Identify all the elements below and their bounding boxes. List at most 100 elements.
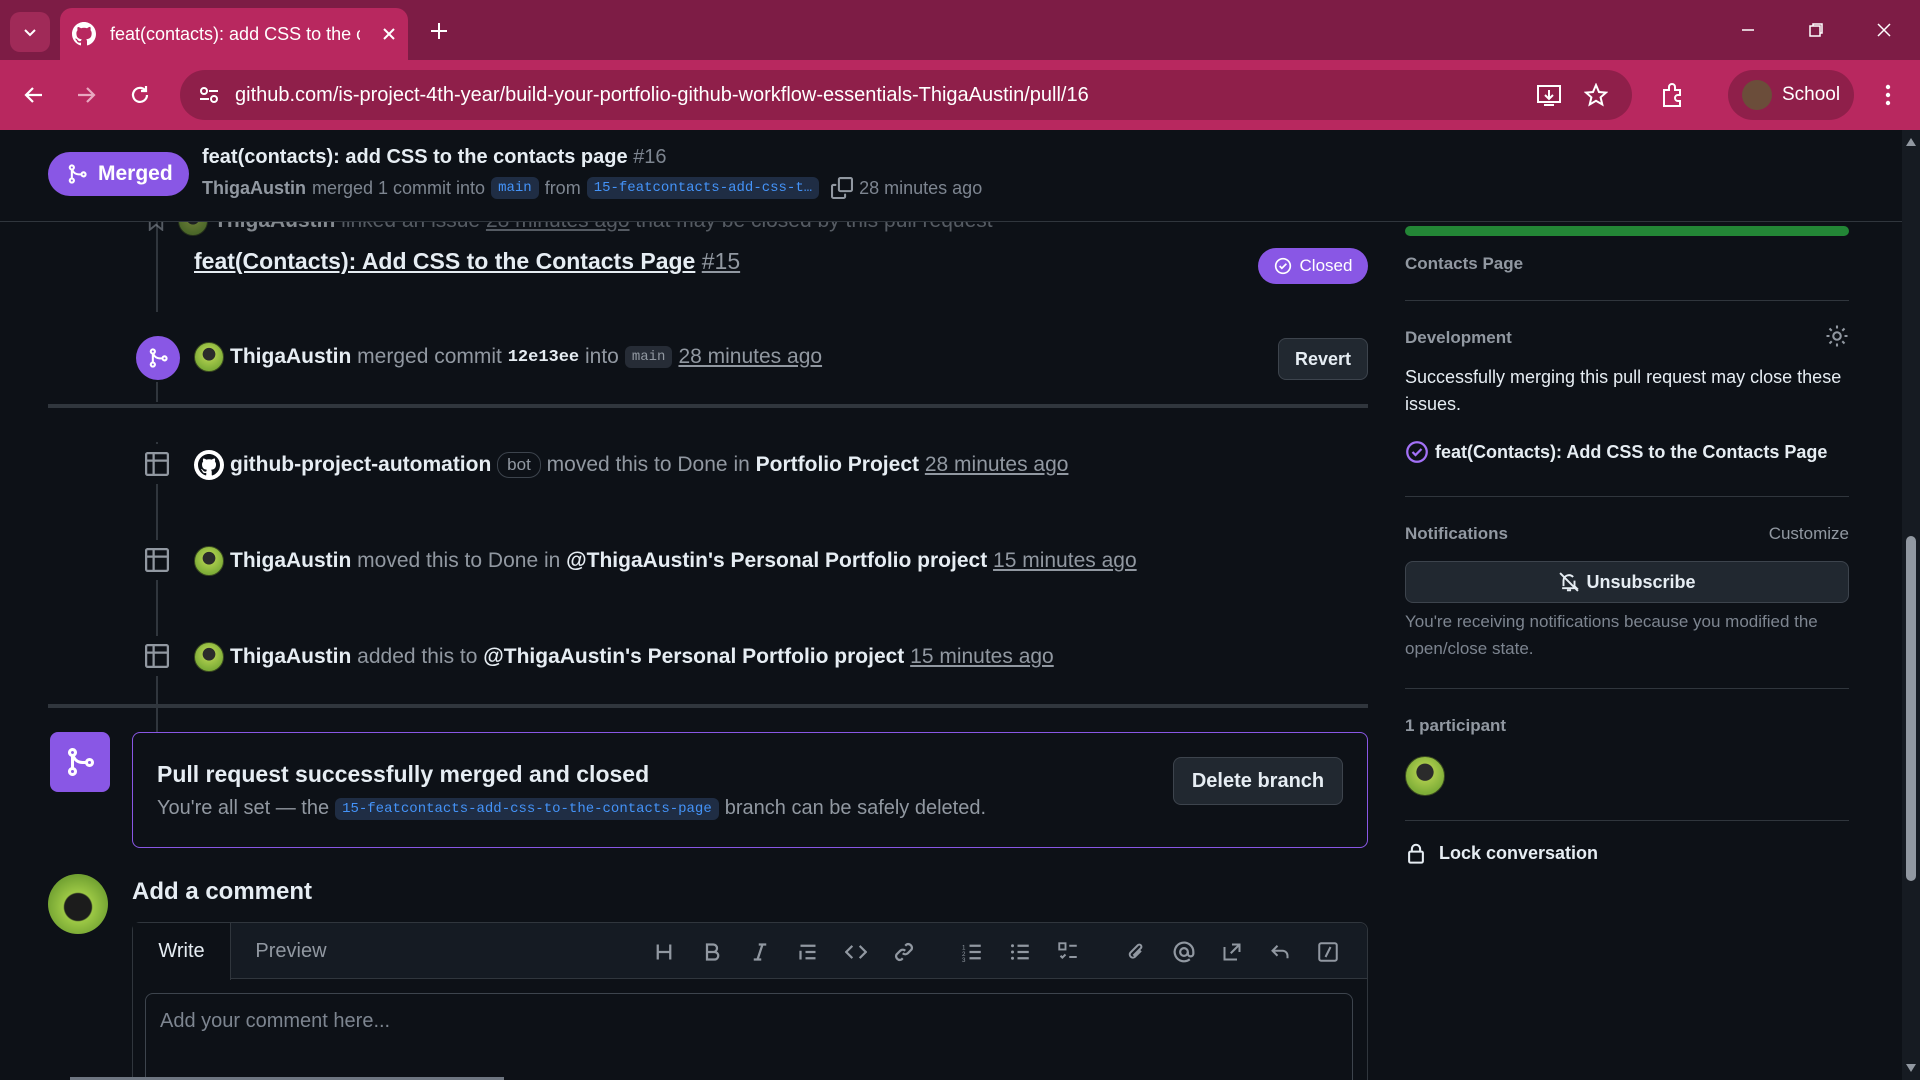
pr-author-link[interactable]: ThigaAustin xyxy=(202,178,306,199)
scroll-down-icon[interactable] xyxy=(1906,1064,1916,1072)
commit-sha-link[interactable]: 12e13ee xyxy=(508,348,579,367)
issue-number[interactable]: #15 xyxy=(702,248,740,275)
issue-closed-badge: Closed xyxy=(1258,248,1368,284)
code-button[interactable] xyxy=(843,939,869,965)
timeline-line xyxy=(156,442,158,732)
scroll-up-icon[interactable] xyxy=(1906,138,1916,146)
scrollbar-thumb[interactable] xyxy=(1906,536,1916,881)
tab-preview[interactable]: Preview xyxy=(231,923,351,979)
arrow-left-icon xyxy=(24,87,42,103)
actor-link[interactable]: ThigaAustin xyxy=(214,222,335,233)
project-link[interactable]: @ThigaAustin's Personal Portfolio projec… xyxy=(483,645,904,669)
profile-button[interactable]: School xyxy=(1728,70,1854,120)
task-list-icon xyxy=(1058,942,1077,960)
actor-link[interactable]: ThigaAustin xyxy=(230,549,351,573)
development-text: Successfully merging this pull request m… xyxy=(1405,367,1842,414)
attach-button[interactable] xyxy=(1123,939,1149,965)
bold-button[interactable] xyxy=(699,939,725,965)
task-list-button[interactable] xyxy=(1055,939,1081,965)
sidebar-divider xyxy=(1405,300,1849,301)
restore-button[interactable] xyxy=(1790,8,1842,52)
avatar xyxy=(194,642,224,672)
pr-conversation: ThigaAustin linked an issue 28 minutes a… xyxy=(0,222,1902,1080)
actor-link[interactable]: github-project-automation xyxy=(230,453,491,477)
unordered-list-button[interactable] xyxy=(1007,939,1033,965)
add-comment-heading: Add a comment xyxy=(132,878,313,905)
actor-link[interactable]: ThigaAustin xyxy=(230,345,351,369)
milestone-title[interactable]: Contacts Page xyxy=(1405,254,1523,274)
plus-icon xyxy=(431,23,447,39)
mention-button[interactable] xyxy=(1171,939,1197,965)
lock-conversation-button[interactable]: Lock conversation xyxy=(1405,842,1598,864)
table-icon xyxy=(145,452,169,476)
linked-issue-item[interactable]: feat(Contacts): Add CSS to the Contacts … xyxy=(1405,440,1827,464)
issue-title-link[interactable]: feat(Contacts): Add CSS to the Contacts … xyxy=(194,248,695,275)
saved-reply-button[interactable] xyxy=(1267,939,1293,965)
event-time[interactable]: 28 minutes ago xyxy=(486,222,630,233)
sidebar-divider xyxy=(1405,688,1849,689)
slash-commands-button[interactable] xyxy=(1315,939,1341,965)
url-text: github.com/is-project-4th-year/build-you… xyxy=(235,83,1089,106)
merged-state-icon xyxy=(50,732,110,792)
pr-title-text: feat(contacts): add CSS to the contacts … xyxy=(202,146,628,168)
base-branch[interactable]: main xyxy=(491,177,539,199)
pr-sticky-header: Merged feat(contacts): add CSS to the co… xyxy=(0,130,1902,222)
copy-icon[interactable] xyxy=(831,177,854,199)
paperclip-icon xyxy=(1128,943,1143,959)
merged-text: merged 1 commit into xyxy=(312,177,486,198)
actor-link[interactable]: ThigaAustin xyxy=(230,645,351,669)
event-time[interactable]: 28 minutes ago xyxy=(678,345,822,369)
unsubscribe-button[interactable]: Unsubscribe xyxy=(1405,561,1849,603)
more-menu-icon[interactable] xyxy=(1878,83,1898,107)
quote-button[interactable] xyxy=(795,939,821,965)
back-button[interactable] xyxy=(16,77,52,113)
reload-button[interactable] xyxy=(122,77,158,113)
bot-badge: bot xyxy=(497,452,541,478)
head-branch-label[interactable]: 15-featcontacts-add-css-to-the-contacts-… xyxy=(335,797,719,820)
unordered-list-icon xyxy=(1011,944,1029,960)
project-link[interactable]: @ThigaAustin's Personal Portfolio projec… xyxy=(566,549,987,573)
delete-branch-button[interactable]: Delete branch xyxy=(1173,757,1343,805)
bookmark-star-icon[interactable] xyxy=(1584,83,1608,107)
ordered-list-button[interactable]: 123 xyxy=(959,939,985,965)
event-time[interactable]: 28 minutes ago xyxy=(925,453,1069,477)
project-link[interactable]: Portfolio Project xyxy=(756,453,919,477)
head-branch[interactable]: 15-featcontacts-add-css-t… xyxy=(586,177,820,199)
italic-button[interactable] xyxy=(747,939,773,965)
avatar xyxy=(178,222,208,236)
gear-icon[interactable] xyxy=(1825,324,1849,348)
event-time[interactable]: 15 minutes ago xyxy=(910,645,1054,669)
participant-avatar[interactable] xyxy=(1405,756,1445,796)
git-merge-icon xyxy=(149,348,168,368)
linked-issue-link[interactable]: feat(Contacts): Add CSS to the Contacts … xyxy=(1435,442,1827,463)
current-user-avatar[interactable] xyxy=(48,874,108,934)
tab-search-button[interactable] xyxy=(10,12,50,52)
sidebar-divider xyxy=(1405,496,1849,497)
milestone-progress-bar xyxy=(1405,226,1849,236)
heading-button[interactable] xyxy=(651,939,677,965)
event-time[interactable]: 15 minutes ago xyxy=(993,549,1137,573)
link-button[interactable] xyxy=(891,939,917,965)
install-app-icon[interactable] xyxy=(1536,82,1562,108)
extensions-icon[interactable] xyxy=(1660,82,1686,108)
close-window-button[interactable] xyxy=(1858,8,1910,52)
pr-number: #16 xyxy=(633,146,667,168)
browser-tab-active[interactable]: feat(contacts): add CSS to the c xyxy=(60,8,408,60)
reference-button[interactable] xyxy=(1219,939,1245,965)
revert-button[interactable]: Revert xyxy=(1278,338,1368,380)
comment-input[interactable]: Add your comment here... xyxy=(145,993,1353,1080)
linked-issue-title[interactable]: feat(Contacts): Add CSS to the Contacts … xyxy=(194,248,740,275)
branch-label[interactable]: main xyxy=(624,346,673,368)
vertical-scrollbar[interactable] xyxy=(1902,130,1920,1080)
table-icon xyxy=(145,644,169,668)
minimize-button[interactable] xyxy=(1722,8,1774,52)
customize-link[interactable]: Customize xyxy=(1769,524,1849,544)
new-tab-button[interactable] xyxy=(424,16,454,46)
reload-icon xyxy=(131,86,149,103)
tab-write[interactable]: Write xyxy=(133,923,231,980)
close-tab-icon[interactable] xyxy=(382,27,396,41)
project-event-icon xyxy=(137,444,177,484)
address-bar[interactable]: github.com/is-project-4th-year/build-you… xyxy=(180,70,1632,120)
site-settings-icon[interactable] xyxy=(198,84,220,106)
forward-button[interactable] xyxy=(68,77,104,113)
